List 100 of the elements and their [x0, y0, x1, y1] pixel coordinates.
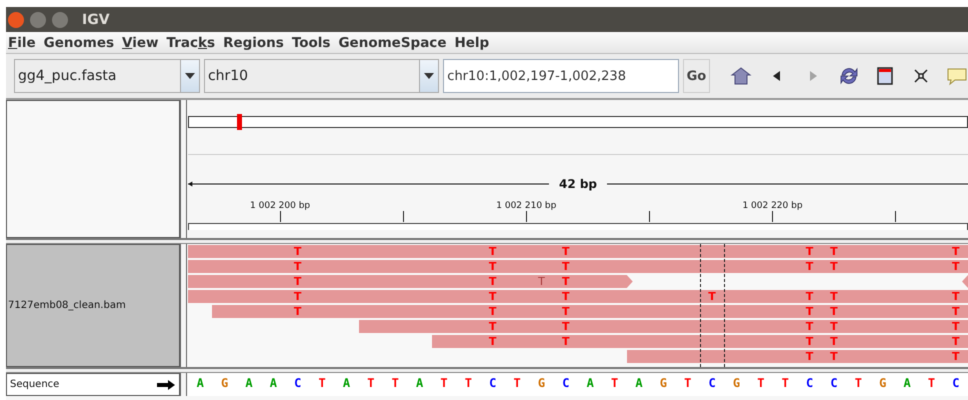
panel-splitter[interactable]	[180, 244, 187, 367]
span-label: 42 bp	[558, 177, 598, 191]
mismatch-base: T	[804, 335, 814, 348]
sequence-base: T	[854, 375, 863, 392]
sequence-base: A	[342, 375, 352, 392]
position-label: 1 002 220 bp	[742, 201, 803, 211]
sequence-base: A	[902, 375, 912, 392]
panel-splitter[interactable]	[180, 373, 187, 396]
mismatch-base: T	[951, 245, 961, 258]
mismatch-base: T	[488, 245, 498, 258]
caret-icon	[424, 73, 434, 79]
mismatch-base: T	[561, 260, 571, 273]
right-arrow-icon[interactable]	[157, 380, 175, 390]
tick-mark	[526, 211, 527, 222]
genome-dropdown[interactable]: gg4_puc.fasta	[14, 59, 200, 93]
sequence-base: C	[488, 375, 498, 392]
menu-item[interactable]: Tools	[290, 34, 336, 50]
region-marker	[237, 114, 242, 130]
window-title: IGV	[82, 12, 110, 28]
mismatch-base: T	[488, 305, 498, 318]
mismatch-base: T	[561, 290, 571, 303]
menu-item[interactable]: Regions	[221, 34, 290, 50]
locus-field[interactable]: chr10:1,002,197-1,002,238	[443, 59, 679, 93]
close-button[interactable]	[8, 12, 24, 28]
mismatch-base: T	[951, 260, 961, 273]
menu-item[interactable]: Help	[452, 34, 496, 50]
sequence-base: A	[196, 375, 205, 392]
mismatch-base: T	[829, 305, 839, 318]
mismatch-base: T	[488, 335, 498, 348]
menu-item[interactable]: File	[6, 34, 42, 50]
mismatch-base: T	[829, 335, 839, 348]
tick-mark	[402, 211, 404, 222]
tick-mark	[772, 211, 773, 222]
mismatch-base: T	[707, 290, 717, 303]
sequence-base: C	[293, 375, 302, 392]
sequence-base: C	[951, 375, 960, 392]
sequence-base: T	[317, 375, 327, 392]
sequence-base: A	[244, 375, 254, 392]
mismatch-base: T	[829, 260, 839, 273]
go-button[interactable]: Go	[682, 59, 710, 93]
menu-item[interactable]: Tracks	[164, 34, 222, 50]
sequence-base: T	[439, 375, 449, 392]
sequence-base: T	[512, 375, 522, 392]
sequence-base: G	[732, 375, 742, 392]
sequence-base: T	[756, 375, 766, 392]
mismatch-base: T	[561, 320, 571, 333]
sequence-base: T	[390, 375, 400, 392]
sequence-base: T	[780, 375, 790, 392]
mismatch-base: T	[488, 260, 498, 273]
track-name[interactable]: Sequence	[9, 379, 60, 390]
sequence-base: A	[414, 375, 424, 392]
mismatch-base: T	[561, 245, 571, 258]
mismatch-base: T	[951, 305, 961, 318]
menu-item[interactable]: Genomes	[42, 34, 120, 50]
mismatch-base: T	[804, 245, 814, 258]
mismatch-base: T	[561, 305, 571, 318]
sequence-base: A	[586, 375, 595, 392]
mismatch-base: T	[488, 320, 498, 333]
mismatch-base: T	[537, 275, 546, 288]
sequence-base: G	[658, 375, 668, 392]
sequence-base: T	[683, 375, 692, 392]
tick-mark	[895, 211, 896, 222]
mismatch-base: T	[292, 260, 302, 273]
sequence-base: T	[610, 375, 620, 392]
mismatch-base: T	[829, 245, 839, 258]
panel-splitter[interactable]	[180, 100, 187, 238]
mismatch-base: T	[488, 290, 498, 303]
refresh-icon[interactable]	[838, 65, 860, 87]
position-label: 1 002 210 bp	[496, 201, 556, 211]
mismatch-base: T	[951, 320, 961, 333]
mismatch-base: T	[804, 320, 814, 333]
mismatch-base: T	[951, 350, 961, 363]
track-name[interactable]: 7127emb08_clean.bam	[7, 300, 126, 311]
sequence-base: A	[634, 375, 644, 392]
tick-mark	[648, 211, 650, 222]
mismatch-base: T	[804, 305, 814, 318]
menu-item[interactable]: View	[120, 34, 165, 50]
sequence-base: G	[878, 375, 888, 392]
mismatch-base: T	[804, 260, 814, 273]
chromosome-dropdown[interactable]: chr10	[204, 59, 440, 93]
mismatch-base: T	[829, 350, 839, 363]
caret-icon	[184, 73, 195, 79]
mismatch-base: T	[292, 275, 302, 288]
mismatch-base: T	[292, 290, 302, 303]
sequence-base: T	[366, 375, 376, 392]
mismatch-base: T	[829, 290, 839, 303]
mismatch-base: T	[951, 335, 961, 348]
sequence-base: T	[464, 375, 473, 392]
mismatch-base: T	[561, 275, 571, 288]
mismatch-base: T	[292, 245, 302, 258]
mismatch-base: T	[561, 335, 571, 348]
sequence-base: C	[829, 375, 839, 392]
sequence-base: A	[268, 375, 278, 392]
tick-mark	[280, 211, 281, 222]
menu-item[interactable]: GenomeSpace	[336, 34, 452, 50]
mismatch-base: T	[292, 305, 302, 318]
mismatch-base: T	[488, 275, 498, 288]
mismatch-base: T	[829, 320, 839, 333]
home-icon[interactable]	[730, 65, 752, 87]
sequence-base: G	[220, 375, 230, 392]
